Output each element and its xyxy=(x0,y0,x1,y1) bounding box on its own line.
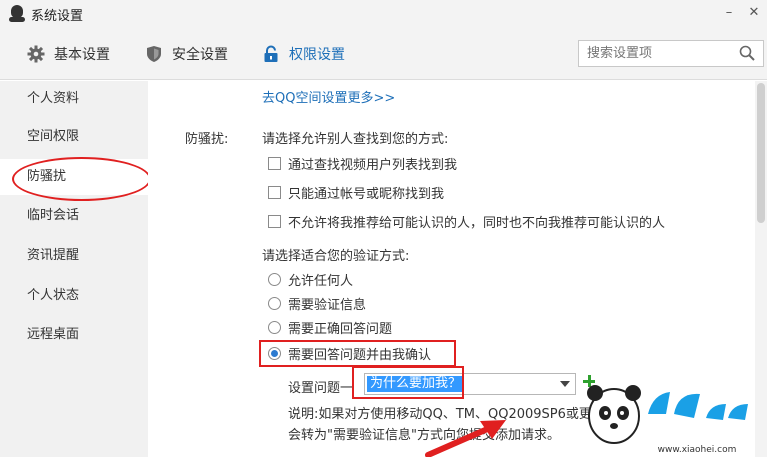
sidebar-item-space-permissions[interactable]: 空间权限 xyxy=(0,119,148,155)
scrollbar-thumb[interactable] xyxy=(757,83,765,223)
find-option-label[interactable]: 通过查找视频用户列表找到我 xyxy=(288,154,457,173)
sidebar-item-remote-desktop[interactable]: 远程桌面 xyxy=(0,317,148,353)
section-label: 防骚扰: xyxy=(185,132,229,147)
sidebar-item-news-alerts[interactable]: 资讯提醒 xyxy=(0,238,148,274)
title-bar: 系统设置 xyxy=(0,0,767,28)
tab-label: 安全设置 xyxy=(172,47,228,63)
verify-option-label[interactable]: 允许任何人 xyxy=(288,270,353,289)
annotation-arrow xyxy=(425,420,506,457)
search-box[interactable] xyxy=(578,40,764,67)
search-icon[interactable] xyxy=(739,45,755,61)
verify-option-label[interactable]: 需要正确回答问题 xyxy=(288,318,392,337)
settings-tabs: 基本设置 安全设置 权限设置 xyxy=(0,28,767,80)
highlight-box xyxy=(352,366,464,399)
sidebar: 个人资料 空间权限 防骚扰 临时会话 资讯提醒 个人状态 远程桌面 xyxy=(0,81,148,457)
verify-prompt: 请选择适合您的验证方式: xyxy=(262,249,410,264)
sidebar-item-temp-session[interactable]: 临时会话 xyxy=(0,198,148,234)
find-option-checkbox[interactable] xyxy=(268,215,281,228)
tab-label: 权限设置 xyxy=(289,47,345,63)
tab-label: 基本设置 xyxy=(54,47,110,63)
find-option-checkbox[interactable] xyxy=(268,157,281,170)
close-button[interactable]: ✕ xyxy=(744,4,764,22)
find-option-checkbox[interactable] xyxy=(268,186,281,199)
find-option-label[interactable]: 只能通过帐号或昵称找到我 xyxy=(288,183,444,202)
qzone-more-link[interactable]: 去QQ空间设置更多>> xyxy=(262,87,395,106)
verify-option-label[interactable]: 需要验证信息 xyxy=(288,294,366,313)
tab-basic-settings[interactable]: 基本设置 xyxy=(26,42,110,66)
qq-penguin-icon xyxy=(9,5,25,23)
highlight-ellipse xyxy=(12,157,151,201)
watermark-url: www.xiaohei.com xyxy=(658,445,737,455)
question-label: 设置问题一 xyxy=(288,381,354,396)
window-title: 系统设置 xyxy=(31,8,84,24)
find-prompt: 请选择允许别人查找到您的方式: xyxy=(262,132,449,147)
sidebar-item-profile[interactable]: 个人资料 xyxy=(0,81,148,117)
sidebar-item-personal-status[interactable]: 个人状态 xyxy=(0,278,148,314)
find-option-label[interactable]: 不允许将我推荐给可能认识的人，同时也不向我推荐可能认识的人 xyxy=(288,212,665,231)
chevron-down-icon[interactable] xyxy=(560,381,570,387)
search-input[interactable] xyxy=(579,41,729,66)
verify-option-radio[interactable] xyxy=(268,273,281,286)
watermark-logo: www.xiaohei.com xyxy=(587,385,748,455)
gear-icon xyxy=(26,44,46,64)
shield-icon xyxy=(144,44,164,64)
verify-option-radio[interactable] xyxy=(268,321,281,334)
minimize-button[interactable]: – xyxy=(719,4,739,22)
verify-option-radio[interactable] xyxy=(268,297,281,310)
tab-security-settings[interactable]: 安全设置 xyxy=(144,42,228,66)
tab-permission-settings[interactable]: 权限设置 xyxy=(261,42,345,66)
highlight-box xyxy=(259,340,456,367)
lock-icon xyxy=(261,44,281,64)
